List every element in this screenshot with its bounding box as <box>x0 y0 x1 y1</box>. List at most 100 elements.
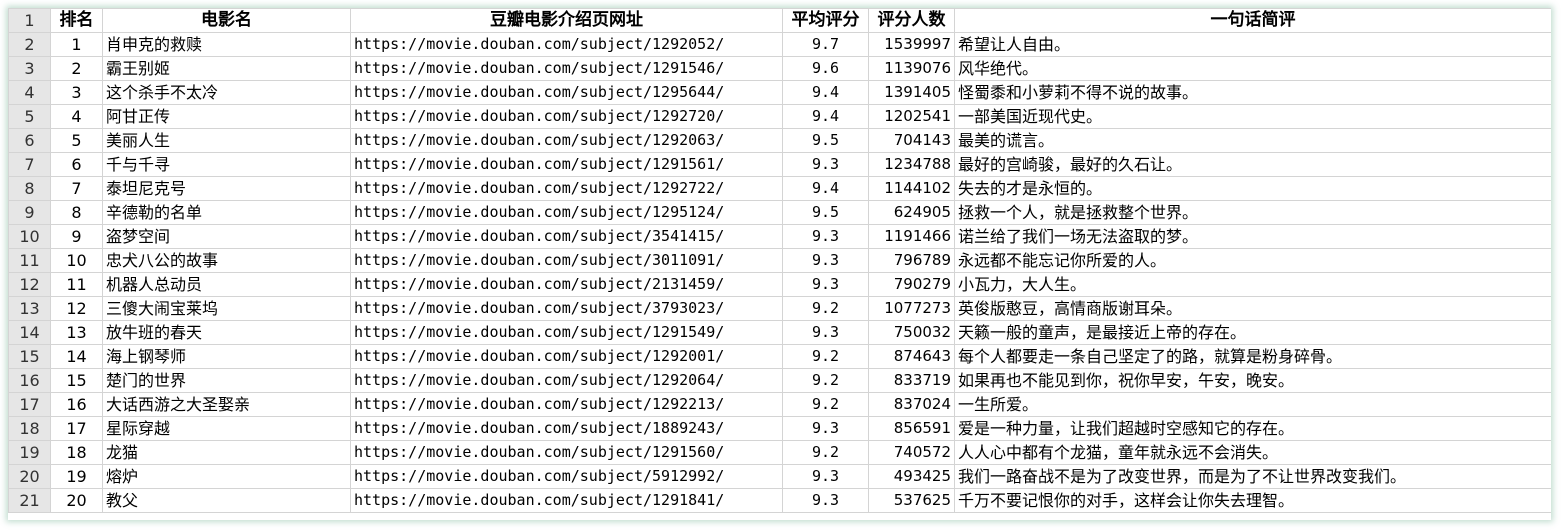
url-cell[interactable]: https://movie.douban.com/subject/1292063… <box>350 128 783 153</box>
score-cell[interactable]: 9.2 <box>782 368 869 393</box>
rating-count-cell[interactable]: 837024 <box>868 392 955 417</box>
movie-title-cell[interactable]: 泰坦尼克号 <box>102 176 351 201</box>
row-number[interactable]: 18 <box>8 416 51 441</box>
score-cell[interactable]: 9.3 <box>782 224 869 249</box>
quote-cell[interactable]: 希望让人自由。 <box>954 32 1551 57</box>
movie-title-cell[interactable]: 千与千寻 <box>102 152 351 177</box>
score-cell[interactable]: 9.2 <box>782 296 869 321</box>
header-quote[interactable]: 一句话简评 <box>954 8 1551 33</box>
rating-count-cell[interactable]: 833719 <box>868 368 955 393</box>
movie-title-cell[interactable]: 星际穿越 <box>102 416 351 441</box>
url-cell[interactable]: https://movie.douban.com/subject/1292213… <box>350 392 783 417</box>
score-cell[interactable]: 9.7 <box>782 32 869 57</box>
row-number[interactable]: 1 <box>8 8 51 33</box>
score-cell[interactable]: 9.3 <box>782 320 869 345</box>
rating-count-cell[interactable]: 704143 <box>868 128 955 153</box>
movie-title-cell[interactable]: 美丽人生 <box>102 128 351 153</box>
rank-cell[interactable]: 5 <box>50 128 103 153</box>
movie-title-cell[interactable]: 放牛班的春天 <box>102 320 351 345</box>
rank-cell[interactable]: 15 <box>50 368 103 393</box>
quote-cell[interactable]: 拯救一个人，就是拯救整个世界。 <box>954 200 1551 225</box>
row-number[interactable]: 21 <box>8 488 51 513</box>
url-cell[interactable]: https://movie.douban.com/subject/1292064… <box>350 368 783 393</box>
quote-cell[interactable]: 一部美国近现代史。 <box>954 104 1551 129</box>
quote-cell[interactable]: 如果再也不能见到你，祝你早安，午安，晚安。 <box>954 368 1551 393</box>
rating-count-cell[interactable]: 1144102 <box>868 176 955 201</box>
quote-cell[interactable]: 最好的宫崎骏，最好的久石让。 <box>954 152 1551 177</box>
score-cell[interactable]: 9.6 <box>782 56 869 81</box>
row-number[interactable]: 17 <box>8 392 51 417</box>
url-cell[interactable]: https://movie.douban.com/subject/3011091… <box>350 248 783 273</box>
quote-cell[interactable]: 爱是一种力量，让我们超越时空感知它的存在。 <box>954 416 1551 441</box>
url-cell[interactable]: https://movie.douban.com/subject/1292722… <box>350 176 783 201</box>
quote-cell[interactable]: 怪蜀黍和小萝莉不得不说的故事。 <box>954 80 1551 105</box>
rank-cell[interactable]: 18 <box>50 440 103 465</box>
url-cell[interactable]: https://movie.douban.com/subject/1291560… <box>350 440 783 465</box>
rating-count-cell[interactable]: 856591 <box>868 416 955 441</box>
score-cell[interactable]: 9.4 <box>782 104 869 129</box>
row-number[interactable]: 20 <box>8 464 51 489</box>
quote-cell[interactable]: 诺兰给了我们一场无法盗取的梦。 <box>954 224 1551 249</box>
row-number[interactable]: 9 <box>8 200 51 225</box>
movie-title-cell[interactable]: 霸王别姬 <box>102 56 351 81</box>
rank-cell[interactable]: 4 <box>50 104 103 129</box>
score-cell[interactable]: 9.3 <box>782 272 869 297</box>
header-title[interactable]: 电影名 <box>102 8 351 33</box>
rating-count-cell[interactable]: 1202541 <box>868 104 955 129</box>
score-cell[interactable]: 9.3 <box>782 464 869 489</box>
quote-cell[interactable]: 永远都不能忘记你所爱的人。 <box>954 248 1551 273</box>
row-number[interactable]: 5 <box>8 104 51 129</box>
quote-cell[interactable]: 一生所爱。 <box>954 392 1551 417</box>
movie-title-cell[interactable]: 阿甘正传 <box>102 104 351 129</box>
url-cell[interactable]: https://movie.douban.com/subject/1291549… <box>350 320 783 345</box>
rating-count-cell[interactable]: 493425 <box>868 464 955 489</box>
rank-cell[interactable]: 3 <box>50 80 103 105</box>
score-cell[interactable]: 9.3 <box>782 152 869 177</box>
rank-cell[interactable]: 8 <box>50 200 103 225</box>
url-cell[interactable]: https://movie.douban.com/subject/1295644… <box>350 80 783 105</box>
quote-cell[interactable]: 最美的谎言。 <box>954 128 1551 153</box>
rating-count-cell[interactable]: 1391405 <box>868 80 955 105</box>
quote-cell[interactable]: 英俊版憨豆，高情商版谢耳朵。 <box>954 296 1551 321</box>
row-number[interactable]: 13 <box>8 296 51 321</box>
row-number[interactable]: 8 <box>8 176 51 201</box>
header-count[interactable]: 评分人数 <box>868 8 955 33</box>
row-number[interactable]: 2 <box>8 32 51 57</box>
url-cell[interactable]: https://movie.douban.com/subject/1295124… <box>350 200 783 225</box>
rank-cell[interactable]: 16 <box>50 392 103 417</box>
rank-cell[interactable]: 9 <box>50 224 103 249</box>
movie-title-cell[interactable]: 熔炉 <box>102 464 351 489</box>
row-number[interactable]: 14 <box>8 320 51 345</box>
rank-cell[interactable]: 19 <box>50 464 103 489</box>
header-score[interactable]: 平均评分 <box>782 8 869 33</box>
movie-title-cell[interactable]: 楚门的世界 <box>102 368 351 393</box>
row-number[interactable]: 7 <box>8 152 51 177</box>
row-number[interactable]: 6 <box>8 128 51 153</box>
rank-cell[interactable]: 6 <box>50 152 103 177</box>
rating-count-cell[interactable]: 750032 <box>868 320 955 345</box>
row-number[interactable]: 3 <box>8 56 51 81</box>
rating-count-cell[interactable]: 740572 <box>868 440 955 465</box>
rating-count-cell[interactable]: 790279 <box>868 272 955 297</box>
rank-cell[interactable]: 11 <box>50 272 103 297</box>
movie-title-cell[interactable]: 这个杀手不太冷 <box>102 80 351 105</box>
score-cell[interactable]: 9.2 <box>782 392 869 417</box>
score-cell[interactable]: 9.3 <box>782 488 869 513</box>
row-number[interactable]: 11 <box>8 248 51 273</box>
quote-cell[interactable]: 失去的才是永恒的。 <box>954 176 1551 201</box>
url-cell[interactable]: https://movie.douban.com/subject/1292720… <box>350 104 783 129</box>
rank-cell[interactable]: 10 <box>50 248 103 273</box>
score-cell[interactable]: 9.4 <box>782 80 869 105</box>
movie-title-cell[interactable]: 忠犬八公的故事 <box>102 248 351 273</box>
url-cell[interactable]: https://movie.douban.com/subject/3793023… <box>350 296 783 321</box>
row-number[interactable]: 12 <box>8 272 51 297</box>
rank-cell[interactable]: 12 <box>50 296 103 321</box>
score-cell[interactable]: 9.2 <box>782 344 869 369</box>
movie-title-cell[interactable]: 大话西游之大圣娶亲 <box>102 392 351 417</box>
score-cell[interactable]: 9.3 <box>782 248 869 273</box>
movie-title-cell[interactable]: 肖申克的救赎 <box>102 32 351 57</box>
quote-cell[interactable]: 千万不要记恨你的对手，这样会让你失去理智。 <box>954 488 1551 513</box>
rating-count-cell[interactable]: 1539997 <box>868 32 955 57</box>
movie-title-cell[interactable]: 机器人总动员 <box>102 272 351 297</box>
quote-cell[interactable]: 我们一路奋战不是为了改变世界，而是为了不让世界改变我们。 <box>954 464 1551 489</box>
